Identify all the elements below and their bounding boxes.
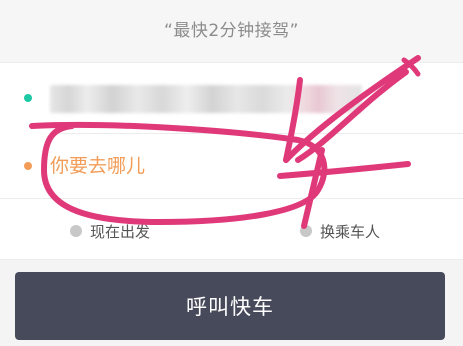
destination-dot-icon: [24, 162, 32, 170]
switch-passenger-option[interactable]: 换乘车人: [300, 219, 380, 243]
origin-dot-icon: [24, 94, 32, 102]
slogan-bar: “最快2分钟接驾”: [0, 0, 463, 62]
clock-icon: [70, 225, 82, 237]
route-card: 现在出发 换乘车人: [0, 62, 463, 260]
ride-hailing-panel: “最快2分钟接驾” 现在出发 换乘车人 呼叫快车: [0, 0, 463, 346]
origin-row[interactable]: [0, 63, 463, 133]
depart-now-label: 现在出发: [90, 222, 151, 241]
person-icon: [300, 225, 312, 237]
slogan-text: “最快2分钟接驾”: [164, 21, 299, 41]
destination-input[interactable]: [50, 148, 410, 184]
destination-row[interactable]: [0, 134, 463, 198]
depart-now-option[interactable]: 现在出发: [70, 219, 150, 243]
call-express-button[interactable]: 呼叫快车: [15, 272, 445, 340]
switch-passenger-label: 换乘车人: [320, 222, 381, 241]
origin-address-blurred[interactable]: [50, 85, 362, 113]
options-row: 现在出发 换乘车人: [0, 199, 463, 259]
